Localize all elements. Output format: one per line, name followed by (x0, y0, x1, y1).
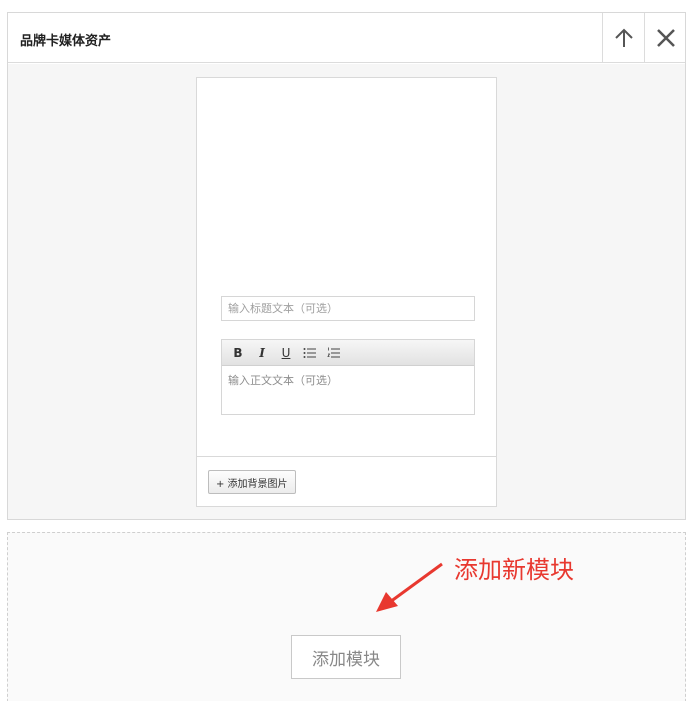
annotation-arrow-icon (376, 562, 443, 612)
numbered-list-button[interactable] (322, 342, 346, 364)
add-module-button[interactable]: 添加模块 (291, 635, 401, 679)
move-up-button[interactable] (602, 13, 644, 63)
body-text-editor[interactable]: B I U 输入正文文本（可选） (221, 339, 475, 415)
close-button[interactable] (644, 13, 686, 63)
bold-button[interactable]: B (226, 342, 250, 364)
add-background-image-button[interactable]: + 添加背景图片 (208, 470, 296, 494)
editor-toolbar: B I U (222, 340, 474, 366)
italic-button[interactable]: I (250, 342, 274, 364)
close-icon (656, 29, 675, 47)
body-text-placeholder: 输入正文文本（可选） (228, 374, 338, 387)
annotation-label: 添加新模块 (454, 556, 574, 584)
bullet-list-icon (303, 347, 316, 358)
arrow-up-icon (614, 28, 633, 47)
brand-card-preview: B I U 输 (196, 77, 497, 507)
underline-button[interactable]: U (274, 342, 298, 364)
brand-card-media-panel: 品牌卡媒体资产 B I U (7, 12, 686, 520)
panel-body: B I U 输 (8, 64, 685, 519)
title-text-input[interactable] (221, 296, 475, 321)
bullet-list-button[interactable] (298, 342, 322, 364)
panel-title: 品牌卡媒体资产 (20, 34, 112, 49)
panel-header: 品牌卡媒体资产 (8, 13, 685, 63)
numbered-list-icon (327, 347, 340, 357)
card-footer: + 添加背景图片 (197, 456, 496, 506)
